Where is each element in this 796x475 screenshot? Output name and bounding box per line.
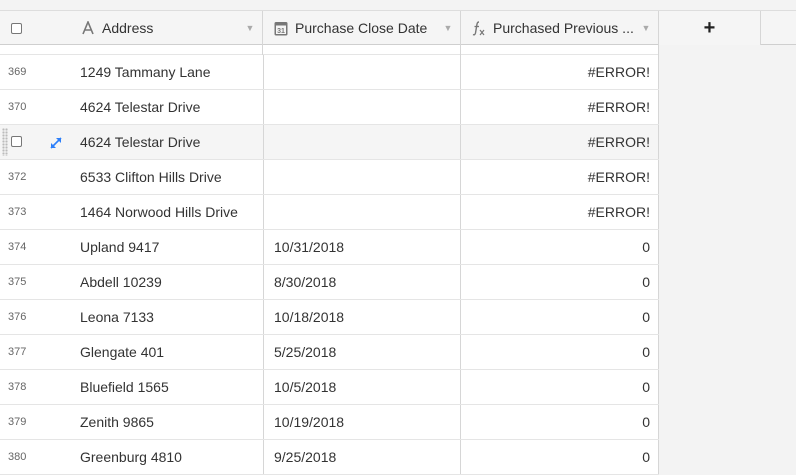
address-cell[interactable]: 1464 Norwood Hills Drive [70, 195, 263, 229]
purchased-previous-cell[interactable]: #ERROR! [461, 195, 659, 229]
purchase-close-date-cell[interactable] [263, 90, 461, 124]
plus-icon: + [703, 17, 716, 39]
table-row[interactable]: 373 1464 Norwood Hills Drive #ERROR! [0, 195, 659, 230]
table-row[interactable]: 375 Abdell 10239 8/30/2018 0 [0, 265, 659, 300]
purchase-close-date-cell[interactable]: 10/18/2018 [263, 300, 461, 334]
row-number: 377 [8, 346, 27, 358]
address-cell[interactable]: Abdell 10239 [70, 265, 263, 299]
address-cell[interactable]: 6533 Clifton Hills Drive [70, 160, 263, 194]
table-row[interactable]: 378 Bluefield 1565 10/5/2018 0 [0, 370, 659, 405]
column-header-purchased-previous[interactable]: Purchased Previous ... ▼ [461, 11, 659, 45]
calendar-icon: 31 [273, 20, 289, 36]
drag-handle-icon[interactable] [2, 128, 8, 156]
chevron-down-icon[interactable]: ▼ [642, 23, 651, 33]
table-row[interactable]: 379 Zenith 9865 10/19/2018 0 [0, 405, 659, 440]
address-cell[interactable]: Upland 9417 [70, 230, 263, 264]
purchased-previous-cell[interactable]: 0 [461, 265, 659, 299]
purchased-previous-cell[interactable]: #ERROR! [461, 160, 659, 194]
address-cell[interactable]: Greenburg 4810 [70, 440, 263, 474]
purchased-previous-cell[interactable]: 0 [461, 370, 659, 404]
table-row[interactable]: 370 4624 Telestar Drive #ERROR! [0, 90, 659, 125]
expand-record-icon[interactable] [49, 136, 63, 150]
svg-text:31: 31 [277, 28, 285, 35]
table-row[interactable]: 369 1249 Tammany Lane #ERROR! [0, 55, 659, 90]
data-grid: Address ▼ 31 Purchase Close Date ▼ Purch… [0, 0, 796, 475]
table-row[interactable]: 4624 Telestar Drive #ERROR! [0, 125, 659, 160]
text-type-icon [80, 20, 96, 36]
address-cell[interactable]: 4624 Telestar Drive [70, 125, 263, 159]
add-field-button[interactable]: + [659, 11, 761, 45]
address-cell[interactable]: Zenith 9865 [70, 405, 263, 439]
table-row[interactable]: 380 Greenburg 4810 9/25/2018 0 [0, 440, 659, 475]
empty-area [659, 45, 796, 464]
column-header-label: Address [102, 20, 154, 36]
purchased-previous-cell[interactable]: 0 [461, 440, 659, 474]
partial-row [0, 45, 659, 55]
purchase-close-date-cell[interactable]: 9/25/2018 [263, 440, 461, 474]
purchase-close-date-cell[interactable] [263, 55, 461, 89]
purchase-close-date-cell[interactable]: 5/25/2018 [263, 335, 461, 369]
row-number: 369 [8, 66, 27, 78]
table-row[interactable]: 376 Leona 7133 10/18/2018 0 [0, 300, 659, 335]
row-checkbox[interactable] [11, 136, 22, 147]
row-number: 370 [8, 101, 27, 113]
row-number: 378 [8, 381, 27, 393]
purchase-close-date-cell[interactable]: 10/31/2018 [263, 230, 461, 264]
purchase-close-date-cell[interactable]: 10/19/2018 [263, 405, 461, 439]
table-row[interactable]: 377 Glengate 401 5/25/2018 0 [0, 335, 659, 370]
purchase-close-date-cell[interactable] [263, 160, 461, 194]
purchased-previous-cell[interactable]: 0 [461, 230, 659, 264]
column-header-address[interactable]: Address ▼ [70, 11, 263, 45]
table-row[interactable]: 374 Upland 9417 10/31/2018 0 [0, 230, 659, 265]
row-number: 375 [8, 276, 27, 288]
row-number: 379 [8, 416, 27, 428]
formula-fx-icon [471, 20, 487, 36]
chevron-down-icon[interactable]: ▼ [444, 23, 453, 33]
row-number: 374 [8, 241, 27, 253]
row-number: 372 [8, 171, 27, 183]
column-header-label: Purchased Previous ... [493, 20, 634, 36]
table-row[interactable]: 372 6533 Clifton Hills Drive #ERROR! [0, 160, 659, 195]
top-strip [0, 0, 796, 10]
purchase-close-date-cell[interactable] [263, 195, 461, 229]
column-header-purchase-close-date[interactable]: 31 Purchase Close Date ▼ [263, 11, 461, 45]
grid-header: Address ▼ 31 Purchase Close Date ▼ Purch… [0, 10, 796, 45]
grid-body: 369 1249 Tammany Lane #ERROR! 370 4624 Teles… [0, 45, 659, 475]
address-cell[interactable]: 4624 Telestar Drive [70, 90, 263, 124]
chevron-down-icon[interactable]: ▼ [246, 23, 255, 33]
row-number: 380 [8, 451, 27, 463]
purchase-close-date-cell[interactable]: 8/30/2018 [263, 265, 461, 299]
address-cell[interactable]: Leona 7133 [70, 300, 263, 334]
address-cell[interactable]: Glengate 401 [70, 335, 263, 369]
purchase-close-date-cell[interactable] [263, 125, 461, 159]
address-cell[interactable]: Bluefield 1565 [70, 370, 263, 404]
purchased-previous-cell[interactable]: #ERROR! [461, 55, 659, 89]
purchased-previous-cell[interactable]: 0 [461, 405, 659, 439]
purchased-previous-cell[interactable]: 0 [461, 335, 659, 369]
select-all-checkbox[interactable] [11, 22, 22, 34]
select-all-cell [0, 11, 70, 45]
column-header-label: Purchase Close Date [295, 20, 428, 36]
row-number: 373 [8, 206, 27, 218]
row-number: 376 [8, 311, 27, 323]
purchased-previous-cell[interactable]: 0 [461, 300, 659, 334]
purchased-previous-cell[interactable]: #ERROR! [461, 125, 659, 159]
purchased-previous-cell[interactable]: #ERROR! [461, 90, 659, 124]
address-cell[interactable]: 1249 Tammany Lane [70, 55, 263, 89]
purchase-close-date-cell[interactable]: 10/5/2018 [263, 370, 461, 404]
